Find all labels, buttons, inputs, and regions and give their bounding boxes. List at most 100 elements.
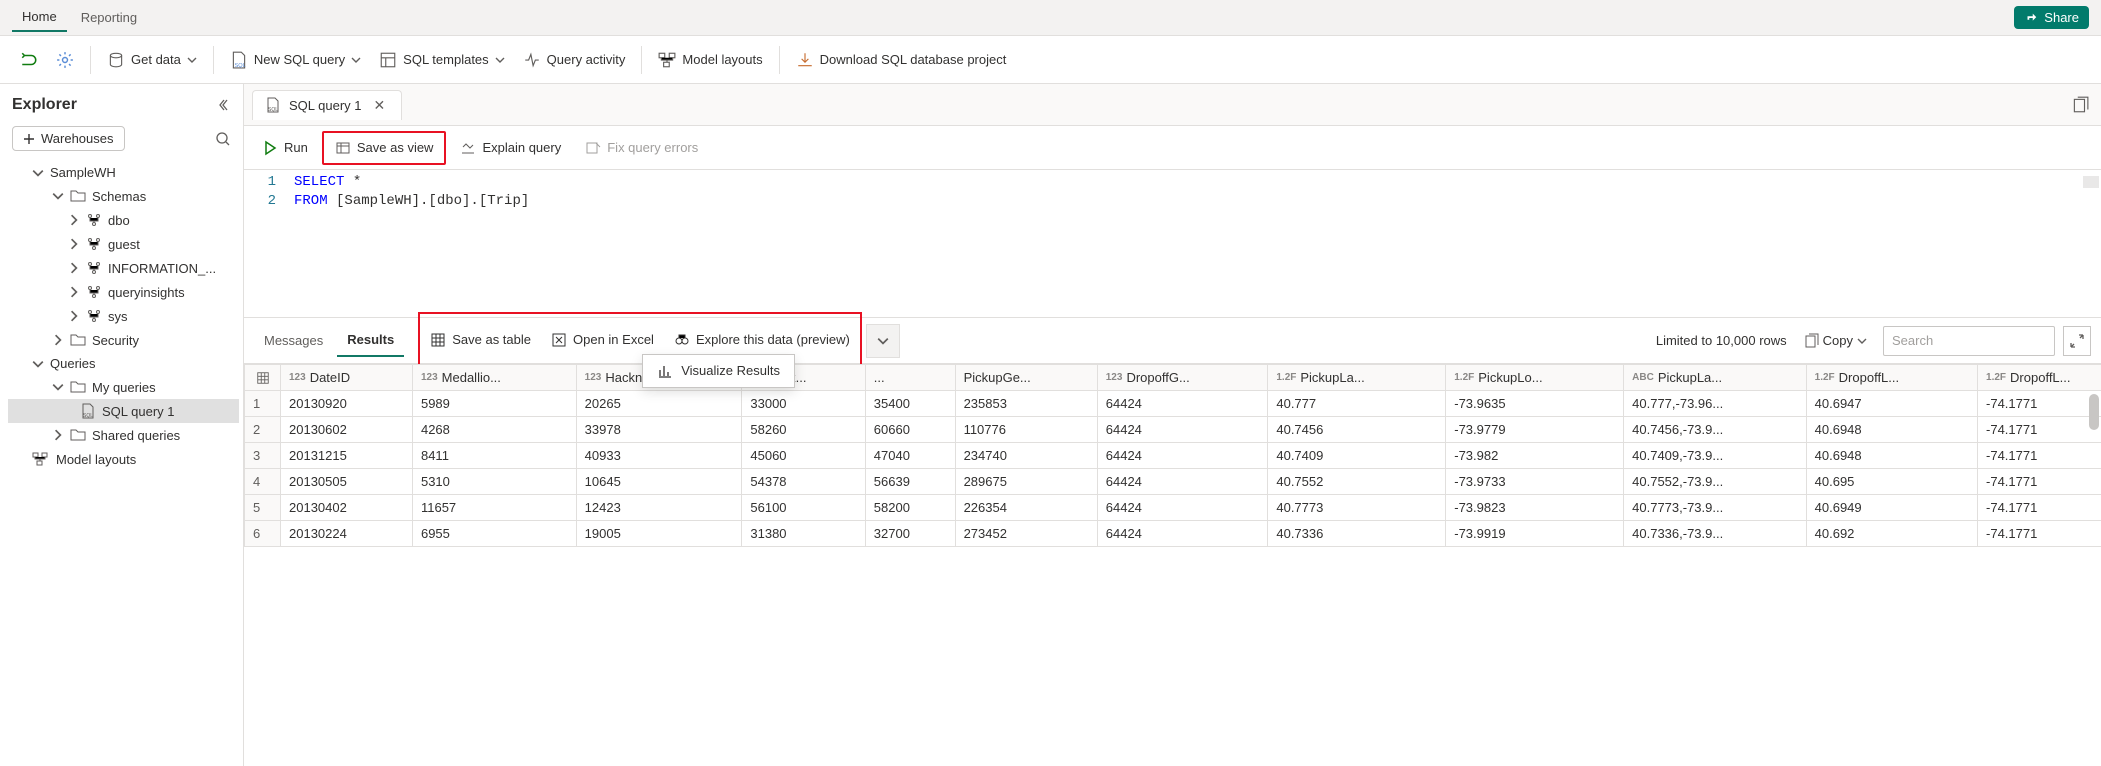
- column-header[interactable]: ABCPickupLa...: [1624, 365, 1807, 391]
- data-cell[interactable]: 235853: [955, 391, 1097, 417]
- data-cell[interactable]: 31380: [742, 521, 865, 547]
- data-cell[interactable]: -73.9635: [1446, 391, 1624, 417]
- data-cell[interactable]: 33978: [576, 417, 742, 443]
- data-cell[interactable]: 40.7336: [1268, 521, 1446, 547]
- save-as-table-button[interactable]: Save as table: [420, 326, 541, 354]
- results-tab[interactable]: Results: [337, 324, 404, 357]
- data-cell[interactable]: 40.7773,-73.9...: [1624, 495, 1807, 521]
- data-cell[interactable]: 8411: [412, 443, 576, 469]
- data-cell[interactable]: 5989: [412, 391, 576, 417]
- sql-templates-button[interactable]: SQL templates: [371, 45, 513, 75]
- data-cell[interactable]: 40.7773: [1268, 495, 1446, 521]
- data-cell[interactable]: 40.7552,-73.9...: [1624, 469, 1807, 495]
- data-cell[interactable]: 40.7456: [1268, 417, 1446, 443]
- collapse-icon[interactable]: [215, 97, 231, 113]
- data-cell[interactable]: 20130505: [281, 469, 413, 495]
- more-actions-button[interactable]: [866, 324, 900, 358]
- code-area[interactable]: SELECT * FROM [SampleWH].[dbo].[Trip]: [294, 174, 2101, 313]
- data-cell[interactable]: 40.6949: [1806, 495, 1977, 521]
- column-header[interactable]: PickupGe...: [955, 365, 1097, 391]
- data-cell[interactable]: 234740: [955, 443, 1097, 469]
- nav-tab-home[interactable]: Home: [12, 3, 67, 32]
- table-row[interactable]: 4201305055310106455437856639289675644244…: [245, 469, 2101, 495]
- data-cell[interactable]: 4268: [412, 417, 576, 443]
- column-header[interactable]: ...: [865, 365, 955, 391]
- tree-node-my-queries[interactable]: My queries: [8, 375, 239, 399]
- data-cell[interactable]: -74.1771: [1978, 495, 2101, 521]
- table-row[interactable]: 6201302246955190053138032700273452644244…: [245, 521, 2101, 547]
- data-cell[interactable]: 110776: [955, 417, 1097, 443]
- data-cell[interactable]: 40.7456,-73.9...: [1624, 417, 1807, 443]
- expand-button[interactable]: [2063, 326, 2091, 356]
- tree-node-samplewh[interactable]: SampleWH: [8, 161, 239, 184]
- data-cell[interactable]: 40933: [576, 443, 742, 469]
- data-cell[interactable]: 20130602: [281, 417, 413, 443]
- tree-node-schemas[interactable]: Schemas: [8, 184, 239, 208]
- data-cell[interactable]: 10645: [576, 469, 742, 495]
- column-header[interactable]: 1.2FPickupLo...: [1446, 365, 1624, 391]
- data-cell[interactable]: 226354: [955, 495, 1097, 521]
- data-cell[interactable]: 60660: [865, 417, 955, 443]
- nav-tab-reporting[interactable]: Reporting: [71, 4, 147, 31]
- data-cell[interactable]: 47040: [865, 443, 955, 469]
- data-cell[interactable]: 33000: [742, 391, 865, 417]
- tree-node-queryinsights[interactable]: queryinsights: [8, 280, 239, 304]
- tree-node-sql-query-1[interactable]: SQL SQL query 1: [8, 399, 239, 423]
- data-cell[interactable]: -73.9919: [1446, 521, 1624, 547]
- tree-node-security[interactable]: Security: [8, 328, 239, 352]
- data-cell[interactable]: 58200: [865, 495, 955, 521]
- data-cell[interactable]: 20131215: [281, 443, 413, 469]
- column-header[interactable]: 123DropoffG...: [1097, 365, 1268, 391]
- data-cell[interactable]: 40.6947: [1806, 391, 1977, 417]
- column-header[interactable]: 1.2FPickupLa...: [1268, 365, 1446, 391]
- close-tab-button[interactable]: ✕: [370, 97, 390, 114]
- data-cell[interactable]: 40.692: [1806, 521, 1977, 547]
- data-cell[interactable]: 20130402: [281, 495, 413, 521]
- data-cell[interactable]: 40.7409,-73.9...: [1624, 443, 1807, 469]
- data-cell[interactable]: 19005: [576, 521, 742, 547]
- data-cell[interactable]: 45060: [742, 443, 865, 469]
- scrollbar-thumb[interactable]: [2089, 394, 2099, 430]
- data-cell[interactable]: 40.777: [1268, 391, 1446, 417]
- data-cell[interactable]: 40.6948: [1806, 417, 1977, 443]
- search-icon[interactable]: [215, 131, 231, 147]
- data-cell[interactable]: 40.7409: [1268, 443, 1446, 469]
- tree-node-guest[interactable]: guest: [8, 232, 239, 256]
- table-row[interactable]: 2201306024268339785826060660110776644244…: [245, 417, 2101, 443]
- tree-node-shared-queries[interactable]: Shared queries: [8, 423, 239, 447]
- data-cell[interactable]: 20130920: [281, 391, 413, 417]
- data-cell[interactable]: -74.1771: [1978, 469, 2101, 495]
- explain-query-button[interactable]: Explain query: [450, 134, 571, 162]
- settings-button[interactable]: [48, 45, 82, 75]
- data-cell[interactable]: 40.7336,-73.9...: [1624, 521, 1807, 547]
- messages-tab[interactable]: Messages: [254, 325, 333, 356]
- window-copy-button[interactable]: [2059, 96, 2101, 114]
- copy-button[interactable]: Copy: [1795, 329, 1875, 353]
- data-cell[interactable]: 6955: [412, 521, 576, 547]
- search-input[interactable]: Search: [1883, 326, 2055, 356]
- table-row[interactable]: 5201304021165712423561005820022635464424…: [245, 495, 2101, 521]
- data-cell[interactable]: 56100: [742, 495, 865, 521]
- data-cell[interactable]: 56639: [865, 469, 955, 495]
- add-warehouses-button[interactable]: Warehouses: [12, 126, 125, 151]
- column-header[interactable]: 123DateID: [281, 365, 413, 391]
- data-cell[interactable]: 40.777,-73.96...: [1624, 391, 1807, 417]
- open-in-excel-button[interactable]: Open in Excel: [541, 326, 664, 354]
- visualize-results-popup[interactable]: Visualize Results: [642, 354, 795, 388]
- new-sql-query-button[interactable]: SQL New SQL query: [222, 45, 369, 75]
- data-cell[interactable]: 64424: [1097, 469, 1268, 495]
- data-cell[interactable]: 64424: [1097, 495, 1268, 521]
- explore-data-button[interactable]: Explore this data (preview): [664, 326, 860, 354]
- data-cell[interactable]: 40.6948: [1806, 443, 1977, 469]
- data-cell[interactable]: 54378: [742, 469, 865, 495]
- tree-node-sys[interactable]: sys: [8, 304, 239, 328]
- data-cell[interactable]: 64424: [1097, 391, 1268, 417]
- table-row[interactable]: 1201309205989202653300035400235853644244…: [245, 391, 2101, 417]
- get-data-button[interactable]: Get data: [99, 45, 205, 75]
- column-header[interactable]: 1.2FDropoffL...: [1978, 365, 2101, 391]
- query-activity-button[interactable]: Query activity: [515, 45, 634, 75]
- data-cell[interactable]: -74.1771: [1978, 521, 2101, 547]
- data-cell[interactable]: 20265: [576, 391, 742, 417]
- tree-node-dbo[interactable]: dbo: [8, 208, 239, 232]
- model-layouts-button[interactable]: Model layouts: [650, 45, 770, 75]
